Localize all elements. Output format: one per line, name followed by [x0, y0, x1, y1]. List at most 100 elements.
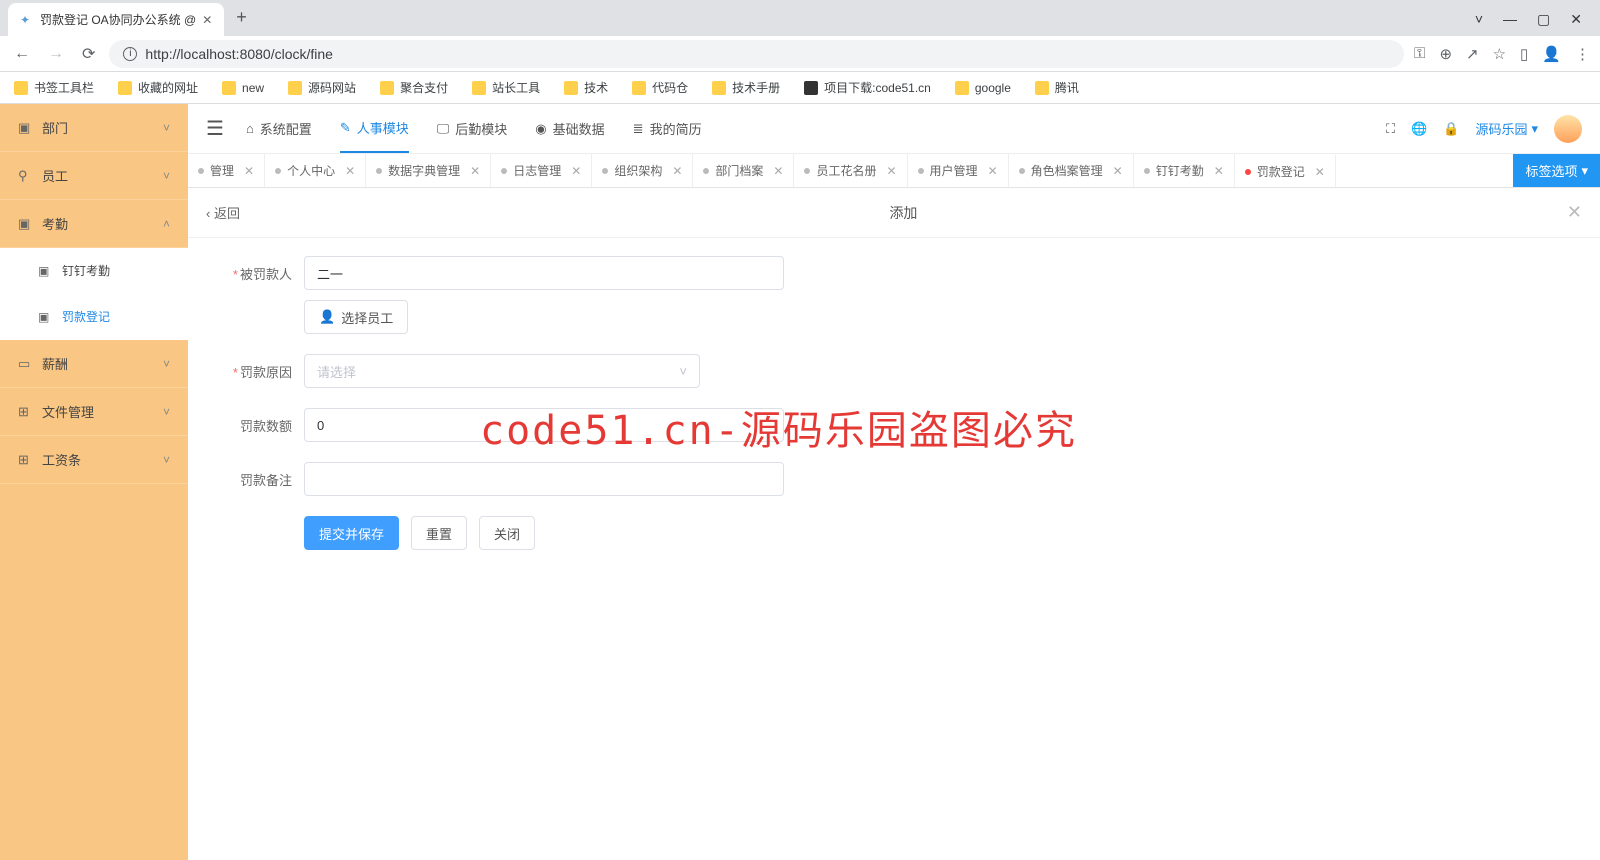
window-dropdown-icon[interactable]: ˅ — [1475, 11, 1483, 28]
user-menu[interactable]: 源码乐园 ▾ — [1475, 119, 1538, 138]
tab-close-icon[interactable]: ✕ — [571, 164, 581, 178]
url-field[interactable]: i http://localhost:8080/clock/fine — [109, 40, 1404, 68]
sidebar-item[interactable]: ⚲员工˅ — [0, 152, 188, 200]
browser-tab[interactable]: ✦ 罚款登记 OA协同办公系统 @ ✕ — [8, 3, 224, 36]
bookmark-item[interactable]: 站长工具 — [472, 79, 540, 96]
select-employee-button[interactable]: 👤选择员工 — [304, 300, 408, 334]
star-icon[interactable]: ☆ — [1493, 45, 1506, 63]
maximize-icon[interactable]: ▢ — [1537, 11, 1550, 28]
bookmark-item[interactable]: 收藏的网址 — [118, 79, 198, 96]
tab-title: 罚款登记 OA协同办公系统 @ — [40, 11, 196, 28]
forward-button[interactable]: → — [44, 41, 68, 67]
page-tab[interactable]: 个人中心✕ — [265, 154, 366, 187]
page-tab[interactable]: 组织架构✕ — [592, 154, 693, 187]
sidebar-subitem[interactable]: ▣钉钉考勤 — [0, 248, 188, 294]
tab-close-icon[interactable]: ✕ — [470, 164, 480, 178]
label-amount: 罚款数额 — [212, 408, 292, 435]
bookmark-item[interactable]: 代码仓 — [632, 79, 688, 96]
tab-options-button[interactable]: 标签选项▾ — [1513, 154, 1600, 187]
share-icon[interactable]: ↗ — [1466, 45, 1479, 63]
close-icon[interactable]: ✕ — [1567, 202, 1582, 223]
bookmark-item[interactable]: 书签工具栏 — [14, 79, 94, 96]
sidebar-item[interactable]: ⊞文件管理˅ — [0, 388, 188, 436]
page-tab[interactable]: 管理✕ — [188, 154, 265, 187]
topnav-item[interactable]: ≣我的简历 — [633, 105, 702, 152]
folder-icon — [380, 81, 394, 95]
bookmark-item[interactable]: new — [222, 81, 264, 95]
sidebar-item[interactable]: ⊞工资条˅ — [0, 436, 188, 484]
lock-icon[interactable]: 🔒 — [1443, 121, 1459, 137]
bookmark-item[interactable]: 技术手册 — [712, 79, 780, 96]
reset-button[interactable]: 重置 — [411, 516, 467, 550]
avatar[interactable] — [1554, 115, 1582, 143]
bookmark-item[interactable]: 源码网站 — [288, 79, 356, 96]
tab-close-icon[interactable]: ✕ — [988, 164, 998, 178]
amount-input[interactable] — [304, 408, 784, 442]
key-icon[interactable]: ⚿ — [1414, 45, 1425, 63]
submit-button[interactable]: 提交并保存 — [304, 516, 399, 550]
bookmark-item[interactable]: 技术 — [564, 79, 608, 96]
profile-icon[interactable]: 👤 — [1542, 45, 1561, 63]
sidebar-icon: ▣ — [38, 264, 52, 278]
dot-icon — [1144, 168, 1150, 174]
topnav-item[interactable]: ◉基础数据 — [535, 105, 604, 152]
reload-button[interactable]: ⟳ — [78, 40, 99, 68]
page-tab[interactable]: 钉钉考勤✕ — [1134, 154, 1235, 187]
info-icon: i — [123, 47, 137, 61]
tab-close-icon[interactable]: ✕ — [1113, 164, 1123, 178]
menu-icon[interactable]: ⋮ — [1575, 45, 1590, 63]
sidebar-icon: ▣ — [38, 310, 52, 324]
page-tabs: 管理✕个人中心✕数据字典管理✕日志管理✕组织架构✕部门档案✕员工花名册✕用户管理… — [188, 154, 1600, 188]
page-tab[interactable]: 日志管理✕ — [491, 154, 592, 187]
sidebar-item[interactable]: ▭薪酬˅ — [0, 340, 188, 388]
tab-close-icon[interactable]: ✕ — [1214, 164, 1224, 178]
sidebar-subitem[interactable]: ▣罚款登记 — [0, 294, 188, 340]
page-tab[interactable]: 用户管理✕ — [908, 154, 1009, 187]
new-tab-button[interactable]: + — [224, 0, 259, 36]
tab-close-icon[interactable]: ✕ — [886, 164, 896, 178]
back-button[interactable]: ← — [10, 41, 34, 67]
panel-icon[interactable]: ▯ — [1520, 45, 1528, 63]
dot-icon — [376, 168, 382, 174]
close-window-icon[interactable]: ✕ — [1570, 11, 1582, 28]
bookmark-item[interactable]: google — [955, 81, 1011, 95]
tab-close-icon[interactable]: ✕ — [1315, 165, 1325, 179]
minimize-icon[interactable]: — — [1503, 11, 1517, 28]
topnav-item[interactable]: ✎人事模块 — [340, 104, 409, 153]
tab-close-icon[interactable]: ✕ — [672, 164, 682, 178]
sidebar-item[interactable]: ▣部门˅ — [0, 104, 188, 152]
zoom-icon[interactable]: ⊕ — [1439, 45, 1452, 63]
folder-icon — [472, 81, 486, 95]
tab-close-icon[interactable]: ✕ — [244, 164, 254, 178]
page-tab[interactable]: 角色档案管理✕ — [1009, 154, 1134, 187]
page-tab[interactable]: 部门档案✕ — [693, 154, 794, 187]
chevron-icon: ˅ — [163, 169, 170, 183]
dot-icon — [501, 168, 507, 174]
page-tab[interactable]: 员工花名册✕ — [794, 154, 907, 187]
close-button[interactable]: 关闭 — [479, 516, 535, 550]
folder-icon — [1035, 81, 1049, 95]
label-remark: 罚款备注 — [212, 462, 292, 489]
reason-select[interactable]: 请选择˅ — [304, 354, 700, 388]
tab-close-icon[interactable]: ✕ — [773, 164, 783, 178]
globe-icon[interactable]: 🌐 — [1411, 121, 1427, 137]
page-tab[interactable]: 数据字典管理✕ — [366, 154, 491, 187]
tab-close-icon[interactable]: ✕ — [345, 164, 355, 178]
back-link[interactable]: ‹ 返回 — [206, 203, 240, 222]
menu-toggle-icon[interactable]: ☰ — [206, 116, 224, 141]
sidebar-icon: ⚲ — [18, 168, 32, 184]
page-tab-active[interactable]: 罚款登记✕ — [1235, 154, 1336, 187]
bookmark-item[interactable]: 聚合支付 — [380, 79, 448, 96]
topnav-item[interactable]: ⌂系统配置 — [246, 105, 312, 152]
chevron-down-icon: ▾ — [1581, 163, 1588, 179]
topnav-icon: ⌂ — [246, 121, 254, 136]
tab-close-icon[interactable]: ✕ — [202, 13, 212, 27]
bookmark-item[interactable]: 项目下载:code51.cn — [804, 79, 931, 96]
bookmark-item[interactable]: 腾讯 — [1035, 79, 1079, 96]
sidebar-item[interactable]: ▣考勤˄ — [0, 200, 188, 248]
topnav-item[interactable]: 🖵后勤模块 — [437, 105, 508, 152]
folder-icon — [632, 81, 646, 95]
penalized-person-input[interactable] — [304, 256, 784, 290]
remark-input[interactable] — [304, 462, 784, 496]
fullscreen-icon[interactable]: ⛶ — [1386, 121, 1395, 137]
